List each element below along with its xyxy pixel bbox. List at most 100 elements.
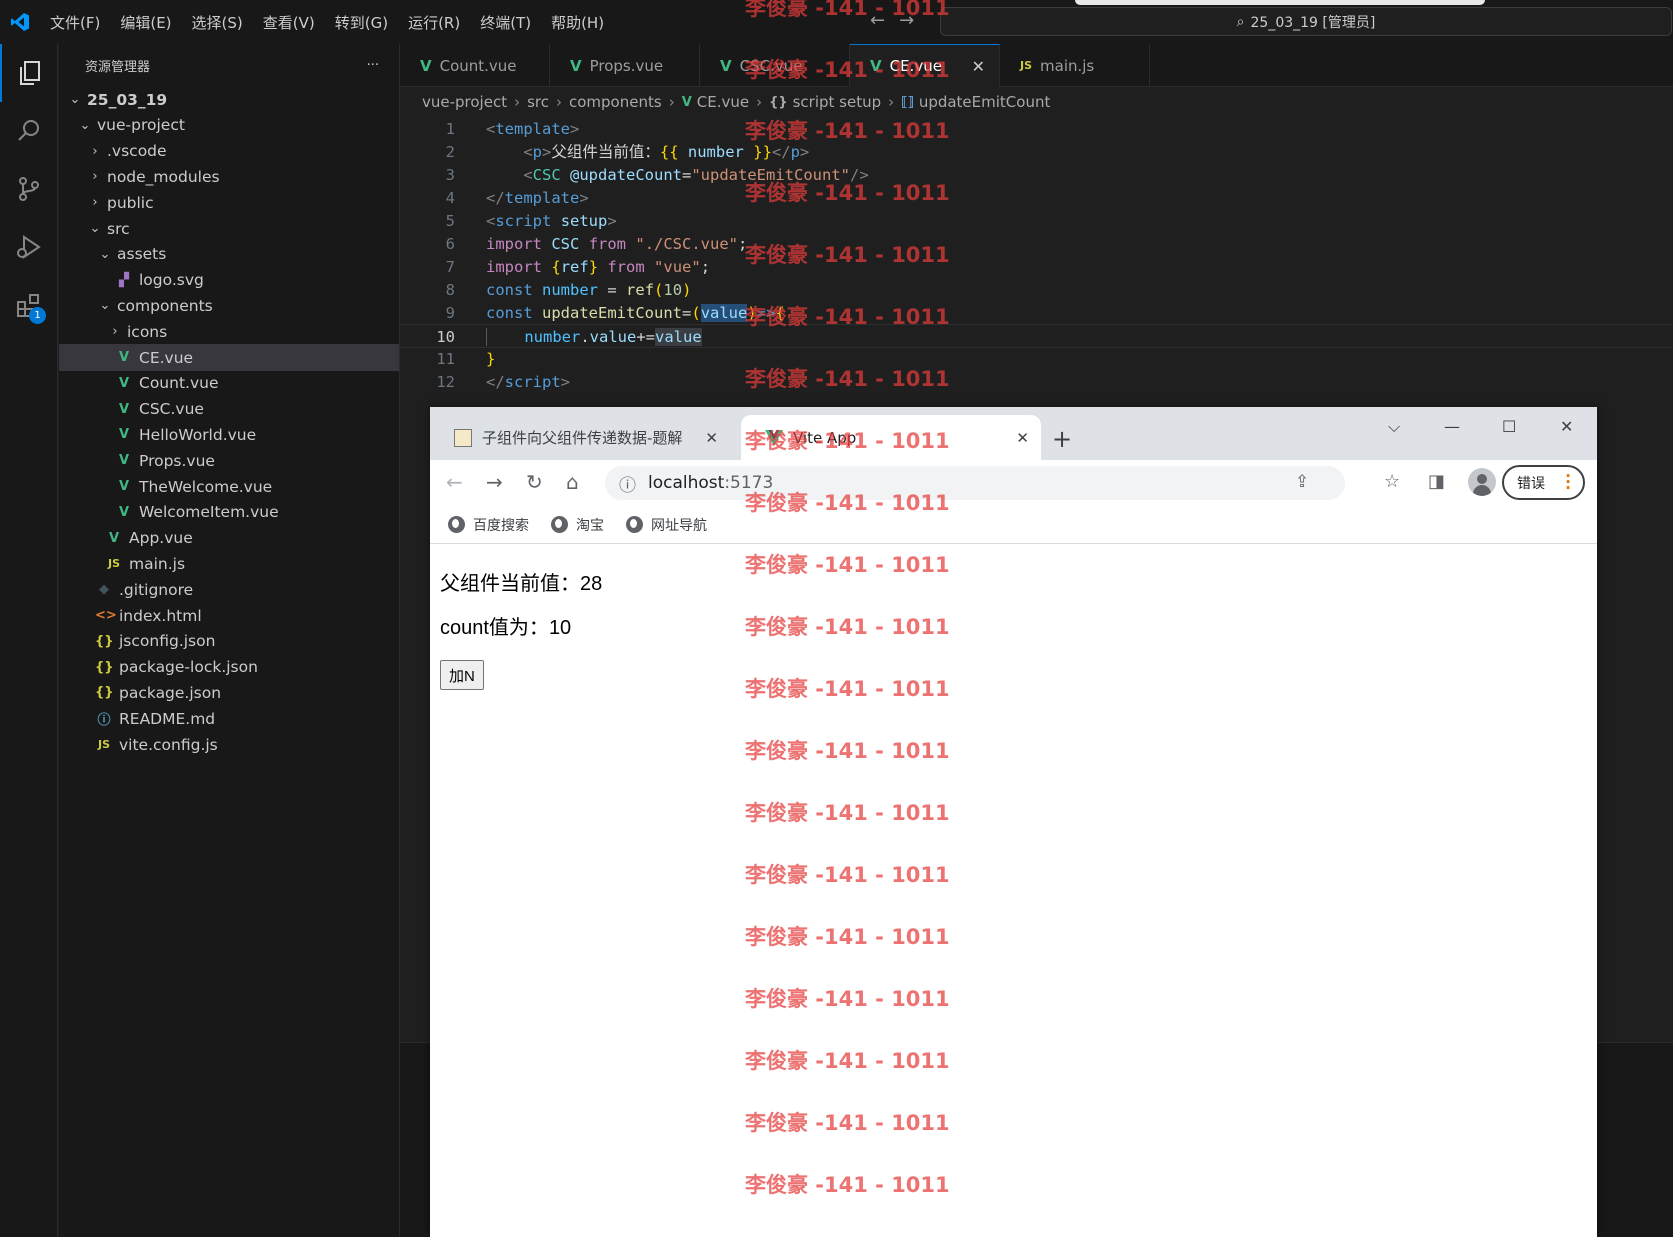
home-icon[interactable]: ⌂ <box>566 470 579 494</box>
git-file-icon: ◆ <box>99 582 109 598</box>
error-button[interactable]: 错误 · · · <box>1502 465 1585 500</box>
tree-item-label: Count.vue <box>139 374 219 393</box>
tree-file[interactable]: <> index.html <box>59 602 399 629</box>
menu-item[interactable]: 查看(V) <box>253 12 325 33</box>
tree-file[interactable]: {} jsconfig.json <box>59 628 399 655</box>
breadcrumb-item[interactable]: script setup <box>793 93 882 111</box>
profile-avatar[interactable] <box>1468 468 1496 496</box>
bookmark-star-icon[interactable]: ☆ <box>1384 471 1400 492</box>
bookmark-item[interactable]: 淘宝 <box>551 515 604 535</box>
tree-file[interactable]: V CE.vue <box>59 344 399 371</box>
tree-item-label: CSC.vue <box>139 400 204 419</box>
tree-file[interactable]: V App.vue <box>59 525 399 552</box>
menu-item[interactable]: 选择(S) <box>182 12 253 33</box>
close-window-icon[interactable]: ✕ <box>1560 417 1573 436</box>
forward-icon[interactable]: → <box>486 470 503 494</box>
tree-file[interactable]: V TheWelcome.vue <box>59 473 399 500</box>
tree-file[interactable]: JS vite.config.js <box>59 731 399 758</box>
vue-icon: V <box>118 401 130 417</box>
menu-item[interactable]: 运行(R) <box>398 12 470 33</box>
tree-file[interactable]: V Props.vue <box>59 447 399 474</box>
tree-folder[interactable]: › icons <box>59 318 399 345</box>
close-tab-icon[interactable]: ✕ <box>972 57 985 76</box>
tree-file[interactable]: {} package.json <box>59 679 399 706</box>
tree-file[interactable]: V WelcomeItem.vue <box>59 499 399 526</box>
js-file-icon: JS <box>97 738 110 751</box>
code-line: 12 </script> <box>400 370 1673 394</box>
maximize-icon[interactable]: ☐ <box>1502 417 1516 436</box>
menu-dots-icon[interactable]: · · · <box>1565 469 1571 496</box>
code-line: 1 <template> <box>400 117 1673 141</box>
close-tab-icon[interactable]: ✕ <box>1016 429 1029 447</box>
tree-folder[interactable]: ⌄ assets <box>59 241 399 268</box>
tree-file[interactable]: ▞ logo.svg <box>59 267 399 294</box>
bookmark-item[interactable]: 网址导航 <box>626 515 707 535</box>
explorer-header: 资源管理器 ··· <box>59 44 399 86</box>
run-debug-icon[interactable] <box>0 218 58 276</box>
address-bar[interactable]: ⓘ localhost:5173 ⇪ <box>605 466 1345 500</box>
tree-file[interactable]: JS main.js <box>59 550 399 577</box>
menu-item[interactable]: 终端(T) <box>470 12 541 33</box>
minimize-icon[interactable]: — <box>1444 417 1460 436</box>
extensions-icon[interactable]: 1 <box>0 276 58 334</box>
chevron-right-icon: › <box>668 93 675 111</box>
editor-tab[interactable]: JS main.js <box>1000 44 1150 87</box>
tree-folder[interactable]: ⌄ 25_03_19 <box>59 86 399 113</box>
add-n-button[interactable]: 加N <box>440 660 484 690</box>
tree-file[interactable]: ◆ .gitignore <box>59 576 399 603</box>
browser-tab[interactable]: 子组件向父组件传递数据-题解 ✕ <box>430 415 730 460</box>
tree-item-label: index.html <box>119 606 202 625</box>
back-icon[interactable]: ← <box>446 470 463 494</box>
vue-icon: V <box>118 350 130 365</box>
more-actions-icon[interactable]: ··· <box>367 58 379 73</box>
explorer-icon[interactable] <box>0 44 58 102</box>
bookmark-item[interactable]: 百度搜索 <box>448 515 529 535</box>
line-number: 10 <box>436 328 455 346</box>
tree-file[interactable]: ⓘ README.md <box>59 705 399 732</box>
tree-folder[interactable]: ⌄ vue-project <box>59 112 399 139</box>
tree-folder[interactable]: › .vscode <box>59 138 399 165</box>
line-number: 12 <box>436 373 455 391</box>
tree-item-label: Props.vue <box>139 451 215 470</box>
tree-item-label: vue-project <box>97 116 185 135</box>
breadcrumb-item[interactable]: src <box>527 93 549 111</box>
menu-item[interactable]: 文件(F) <box>40 12 110 33</box>
command-center-search[interactable]: ⌕ 25_03_19 [管理员] <box>940 7 1672 36</box>
side-panel-icon[interactable]: ◨ <box>1428 471 1445 492</box>
menu-item[interactable]: 编辑(E) <box>110 12 181 33</box>
breadcrumb-item[interactable]: updateEmitCount <box>919 93 1051 111</box>
tree-folder[interactable]: › public <box>59 189 399 216</box>
editor-tab[interactable]: V Props.vue <box>550 44 700 87</box>
close-tab-icon[interactable]: ✕ <box>705 429 718 447</box>
new-tab-icon[interactable]: + <box>1052 425 1072 453</box>
reload-icon[interactable]: ↻ <box>526 470 543 494</box>
menu-item[interactable]: 转到(G) <box>325 12 398 33</box>
parent-value-text: 父组件当前值：28 <box>440 567 602 596</box>
tree-item-label: src <box>107 219 130 238</box>
line-number: 11 <box>436 350 455 368</box>
tree-item-label: CE.vue <box>139 348 194 367</box>
watermark-text: 李俊豪 -141 - 1011 <box>745 367 950 391</box>
tree-file[interactable]: {} package-lock.json <box>59 654 399 681</box>
breadcrumb-item[interactable]: components <box>569 93 662 111</box>
tab-label: Props.vue <box>589 56 664 75</box>
tree-file[interactable]: V HelloWorld.vue <box>59 421 399 448</box>
line-number: 3 <box>445 166 455 184</box>
tree-file[interactable]: V Count.vue <box>59 370 399 397</box>
breadcrumb-item[interactable]: vue-project <box>422 93 507 111</box>
tree-file[interactable]: V CSC.vue <box>59 396 399 423</box>
editor-tab[interactable]: V Count.vue <box>400 44 550 87</box>
menu-item[interactable]: 帮助(H) <box>541 12 614 33</box>
source-control-icon[interactable] <box>0 160 58 218</box>
watermark-text: 李俊豪 -141 - 1011 <box>745 615 950 639</box>
share-icon[interactable]: ⇪ <box>1295 472 1309 492</box>
search-icon[interactable] <box>0 102 58 160</box>
breadcrumb-item[interactable]: CE.vue <box>697 93 749 111</box>
site-info-icon[interactable]: ⓘ <box>619 471 636 496</box>
vue-icon: V <box>118 427 130 443</box>
tree-folder[interactable]: ⌄ src <box>59 215 399 242</box>
tab-search-chevron-icon[interactable]: ⌵ <box>1388 417 1400 437</box>
tree-folder[interactable]: ⌄ components <box>59 292 399 319</box>
vue-icon: V <box>681 94 692 110</box>
tree-folder[interactable]: › node_modules <box>59 163 399 190</box>
